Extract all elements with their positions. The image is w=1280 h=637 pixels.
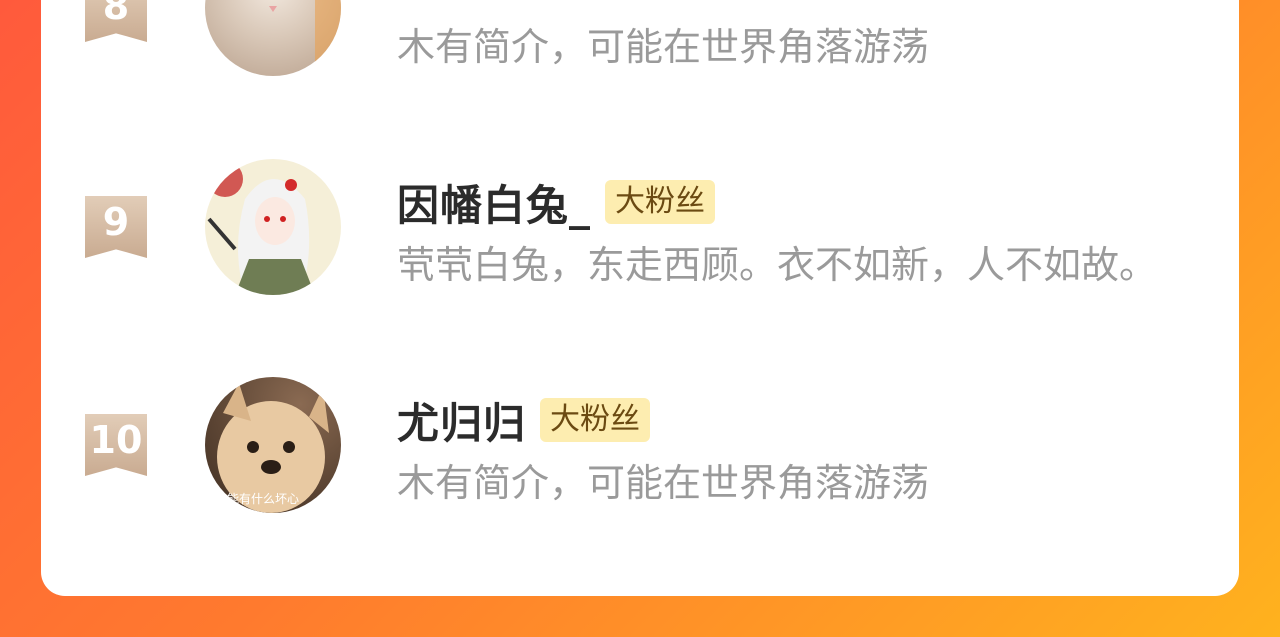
big-fan-badge: 大粉丝: [605, 180, 716, 224]
list-item[interactable]: 9 因幡白兔_ 大粉丝 茕茕白兔，东走西顾。衣不如新，人不如故。: [41, 156, 1239, 296]
rank-badge: 10: [85, 414, 147, 476]
fan-bio: 木有简介，可能在世界角落游荡: [397, 25, 930, 69]
fan-bio: 木有简介，可能在世界角落游荡: [397, 461, 930, 505]
name-line: 尤归归 大粉丝: [397, 390, 651, 451]
name-line: 因幡白兔_ 大粉丝: [397, 172, 716, 233]
big-fan-badge: 大粉丝: [540, 398, 651, 442]
avatar[interactable]: 能有什么坏心: [205, 377, 341, 513]
list-item[interactable]: 8 木有简介，可能在世界角落游荡: [41, 0, 1239, 100]
fan-ranking-card: 8 木有简介，可能在世界角落游荡 9 因幡白兔_ 大粉丝 茕茕白兔，东走西顾。衣…: [41, 0, 1239, 596]
avatar[interactable]: [205, 159, 341, 295]
rank-badge: 9: [85, 196, 147, 258]
anime-girl-illustration: [205, 159, 341, 295]
fan-name[interactable]: 因幡白兔_: [397, 172, 591, 233]
avatar-caption: 能有什么坏心: [227, 492, 300, 506]
avatar[interactable]: [205, 0, 341, 76]
cat-face-icon: [269, 0, 341, 76]
list-item[interactable]: 10 能有什么坏心 尤归归 大粉丝 木有简介，可能在世界角落游荡: [41, 374, 1239, 514]
fan-bio: 茕茕白兔，东走西顾。衣不如新，人不如故。: [397, 243, 1158, 287]
fan-name[interactable]: 尤归归: [397, 390, 526, 451]
rank-badge: 8: [85, 0, 147, 42]
